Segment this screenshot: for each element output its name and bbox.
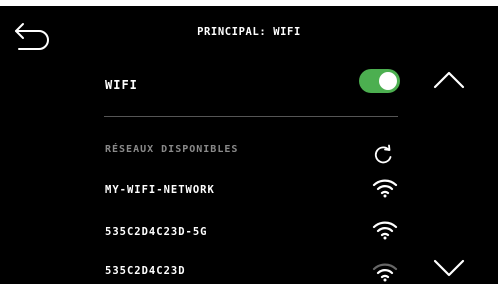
network-name[interactable]: MY-WIFI-NETWORK [105,184,215,196]
wifi-signal-icon [372,221,398,240]
wifi-signal-icon [372,179,398,198]
chevron-up-icon[interactable] [433,70,465,90]
network-name[interactable]: 535C2D4C23D-5G [105,226,208,238]
available-networks-label: RÉSEAUX DISPONIBLES [105,144,239,155]
top-bar [0,0,498,6]
wifi-toggle[interactable] [359,69,400,93]
network-name[interactable]: 535C2D4C23D [105,265,186,277]
divider [104,116,398,117]
chevron-down-icon[interactable] [433,258,465,278]
refresh-icon[interactable] [372,144,394,166]
toggle-knob [379,72,397,90]
page-title: PRINCIPAL: WIFI [197,26,301,38]
wifi-label: WIFI [105,78,138,92]
wifi-signal-icon [372,263,398,282]
